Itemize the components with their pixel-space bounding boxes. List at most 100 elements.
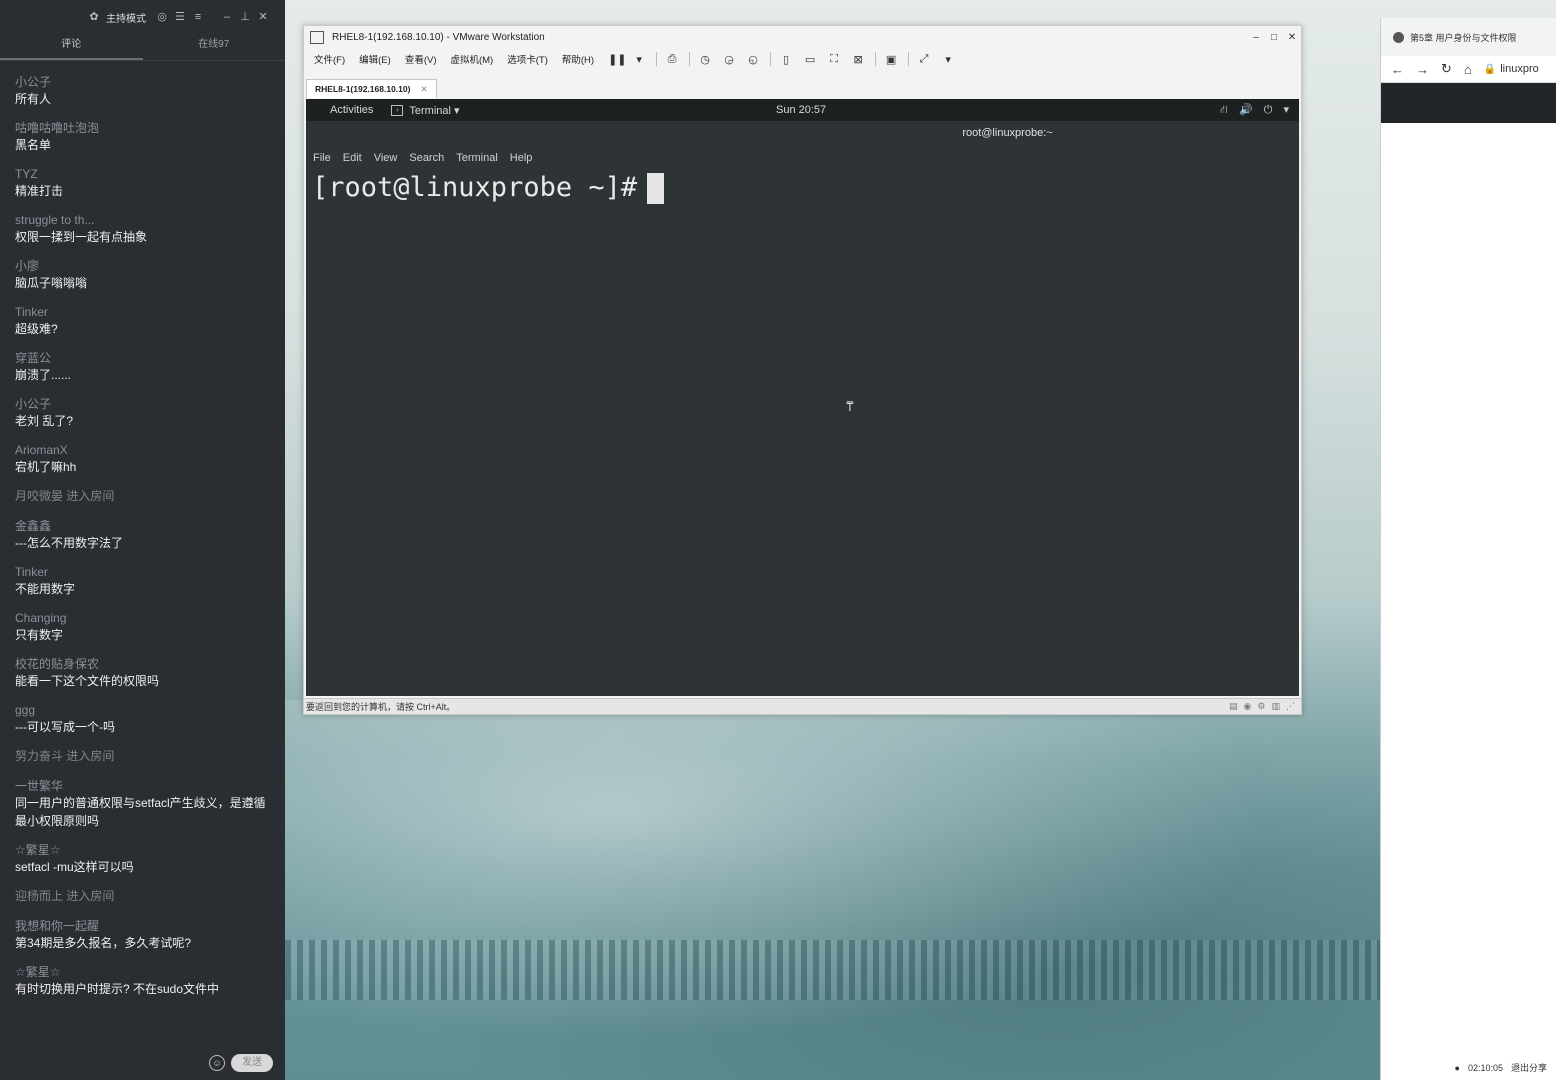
- app-menu[interactable]: › Terminal ▾: [391, 104, 460, 117]
- terminal-menubar: File Edit View Search Terminal Help: [306, 145, 1299, 171]
- chat-username: struggle to th...: [15, 213, 95, 227]
- app-menu-label: Terminal ▾: [409, 104, 460, 117]
- chat-text: 能看一下这个文件的权限吗: [15, 674, 160, 688]
- settings-icon[interactable]: ◎: [156, 11, 168, 23]
- host-mode-label: 主持模式: [106, 13, 146, 25]
- chat-message: 金鑫鑫 ---怎么不用数字法了: [0, 518, 285, 552]
- minimize-icon[interactable]: –: [221, 11, 233, 23]
- sidebar-icon[interactable]: ▯: [779, 53, 793, 66]
- menu-file[interactable]: 文件(F): [314, 52, 345, 66]
- menu-view[interactable]: 查看(V): [405, 52, 437, 66]
- window-title: RHEL8-1(192.168.10.10) - VMware Workstat…: [332, 31, 545, 43]
- chat-username: 一世繁华: [15, 779, 64, 793]
- chat-username: 小公子: [15, 75, 52, 89]
- chat-message: 穿蓝公 崩溃了......: [0, 350, 285, 384]
- chat-message: 小公子 所有人: [0, 74, 285, 108]
- menu-vm[interactable]: 虚拟机(M): [450, 52, 493, 66]
- fullscreen-icon[interactable]: ⛶: [827, 53, 841, 66]
- revert-snapshot-icon[interactable]: ◶: [722, 53, 736, 66]
- close-icon[interactable]: ✕: [257, 11, 269, 23]
- snapshot-icon[interactable]: ◷: [698, 53, 712, 66]
- chat-username: 穿蓝公: [15, 351, 52, 365]
- forward-icon[interactable]: →: [1416, 62, 1429, 77]
- snapshot-manager-icon[interactable]: ◵: [746, 53, 760, 66]
- list-icon[interactable]: ≡: [192, 11, 204, 23]
- power-icon: ⏻: [1263, 104, 1273, 116]
- chat-username: 小廖: [15, 259, 40, 273]
- pin-icon[interactable]: ⊥: [239, 11, 251, 23]
- share-footer: ● 02:10:05 退出分享: [1381, 1061, 1556, 1074]
- minimize-icon[interactable]: –: [1247, 32, 1265, 43]
- maximize-icon[interactable]: □: [1265, 32, 1283, 43]
- chat-tabs: 评论 在线97: [0, 34, 285, 61]
- chat-message: Changing 只有数字: [0, 610, 285, 644]
- chat-system-notice: 月咬微晏 进入房间: [15, 489, 115, 503]
- tab-vm[interactable]: RHEL8-1(192.168.10.10) ✕: [306, 79, 437, 98]
- menu-edit[interactable]: 编辑(E): [359, 52, 391, 66]
- home-icon[interactable]: ⌂: [1464, 62, 1472, 77]
- network-icon: ⛙: [1220, 104, 1228, 116]
- term-menu-search[interactable]: Search: [409, 152, 444, 164]
- disk-icon[interactable]: ▤: [1229, 701, 1238, 712]
- term-menu-terminal[interactable]: Terminal: [456, 152, 498, 164]
- term-menu-view[interactable]: View: [374, 152, 398, 164]
- resize-grip-icon[interactable]: ⋰: [1286, 701, 1295, 712]
- chat-text: 脑瓜子嗡嗡嗡: [15, 276, 88, 290]
- vmware-titlebar: RHEL8-1(192.168.10.10) - VMware Workstat…: [304, 26, 1301, 48]
- site-header-banner: [1381, 83, 1556, 123]
- tab-online[interactable]: 在线97: [143, 34, 286, 60]
- chat-username: Tinker: [15, 565, 48, 579]
- system-tray[interactable]: ⛙ 🔊 ⏻ ▾: [1212, 99, 1289, 121]
- favicon-icon: [1393, 31, 1404, 43]
- chat-input-bar: ☺ 发送: [0, 1046, 285, 1080]
- close-icon[interactable]: ✕: [420, 84, 427, 95]
- chat-text: 同一用户的普通权限与setfacl产生歧义，是遵循最小权限原则吗: [15, 796, 266, 828]
- unity-icon[interactable]: ⊠: [851, 53, 865, 66]
- live-chat-panel: ✿ 主持模式 ◎ ☰ ≡ – ⊥ ✕ 评论 在线97 小公子 所有人 咕噜咕噜吐泡…: [0, 0, 285, 1080]
- vmware-menubar: 文件(F) 编辑(E) 查看(V) 虚拟机(M) 选项卡(T) 帮助(H) ❚❚…: [304, 48, 1301, 70]
- cd-icon[interactable]: ◉: [1244, 701, 1252, 712]
- address-bar[interactable]: linuxpro: [1500, 63, 1539, 75]
- chat-username: AriomanX: [15, 443, 68, 457]
- clock[interactable]: Sun 20:57: [776, 99, 826, 121]
- terminal-body[interactable]: [root@linuxprobe ~]# ⍑: [306, 171, 1299, 415]
- close-icon[interactable]: ✕: [1283, 32, 1301, 43]
- network-adapter-icon[interactable]: ⚙: [1257, 701, 1265, 712]
- send-button[interactable]: 发送: [231, 1054, 273, 1072]
- chat-text: 宕机了嘛hh: [15, 460, 77, 474]
- chat-text: 权限一揉到一起有点抽象: [15, 230, 148, 244]
- menu-help[interactable]: 帮助(H): [562, 52, 594, 66]
- term-menu-help[interactable]: Help: [510, 152, 533, 164]
- dropdown-icon[interactable]: ▾: [632, 53, 646, 66]
- term-menu-file[interactable]: File: [313, 152, 331, 164]
- vm-tab-label: RHEL8-1(192.168.10.10): [315, 84, 411, 94]
- guest-screen[interactable]: Activities › Terminal ▾ Sun 20:57 ⛙ 🔊 ⏻ …: [306, 99, 1299, 696]
- tab-comments[interactable]: 评论: [0, 34, 143, 60]
- send-ctrl-alt-del-icon[interactable]: ⎙: [665, 53, 679, 66]
- stretch-icon[interactable]: ⤢: [917, 53, 931, 66]
- chat-username: Tinker: [15, 305, 48, 319]
- chat-text: 黑名单: [15, 138, 52, 152]
- chat-username: 咕噜咕噜吐泡泡: [15, 121, 100, 135]
- dropdown-icon[interactable]: ▾: [941, 53, 955, 66]
- status-hint: 要返回到您的计算机，请按 Ctrl+Alt。: [306, 702, 456, 712]
- exit-share-button[interactable]: 退出分享: [1511, 1061, 1547, 1074]
- pause-icon[interactable]: ❚❚: [608, 53, 626, 66]
- reload-icon[interactable]: ↻: [1441, 61, 1452, 77]
- layout-icon[interactable]: ☰: [174, 11, 186, 23]
- vm-tab-strip: RHEL8-1(192.168.10.10) ✕: [306, 78, 437, 98]
- desktop-wallpaper-strip: [285, 940, 1385, 1000]
- chat-message-list: 小公子 所有人 咕噜咕噜吐泡泡 黑名单 TYZ 精准打击 struggle to th…: [0, 74, 285, 1010]
- console-icon[interactable]: ▣: [884, 53, 898, 66]
- text-cursor: [647, 173, 665, 204]
- chat-system-notice: 迎杨而上 进入房间: [15, 889, 115, 903]
- term-menu-edit[interactable]: Edit: [343, 152, 362, 164]
- activities-button[interactable]: Activities: [330, 104, 373, 116]
- menu-tabs[interactable]: 选项卡(T): [507, 52, 548, 66]
- printer-icon[interactable]: ▥: [1271, 701, 1280, 712]
- browser-tab[interactable]: 第5章 用户身份与文件权限: [1381, 18, 1556, 56]
- chat-header: ✿ 主持模式 ◎ ☰ ≡ – ⊥ ✕: [0, 0, 285, 34]
- back-icon[interactable]: ←: [1391, 62, 1404, 77]
- thumbnail-icon[interactable]: ▭: [803, 53, 817, 66]
- emoji-icon[interactable]: ☺: [209, 1055, 225, 1071]
